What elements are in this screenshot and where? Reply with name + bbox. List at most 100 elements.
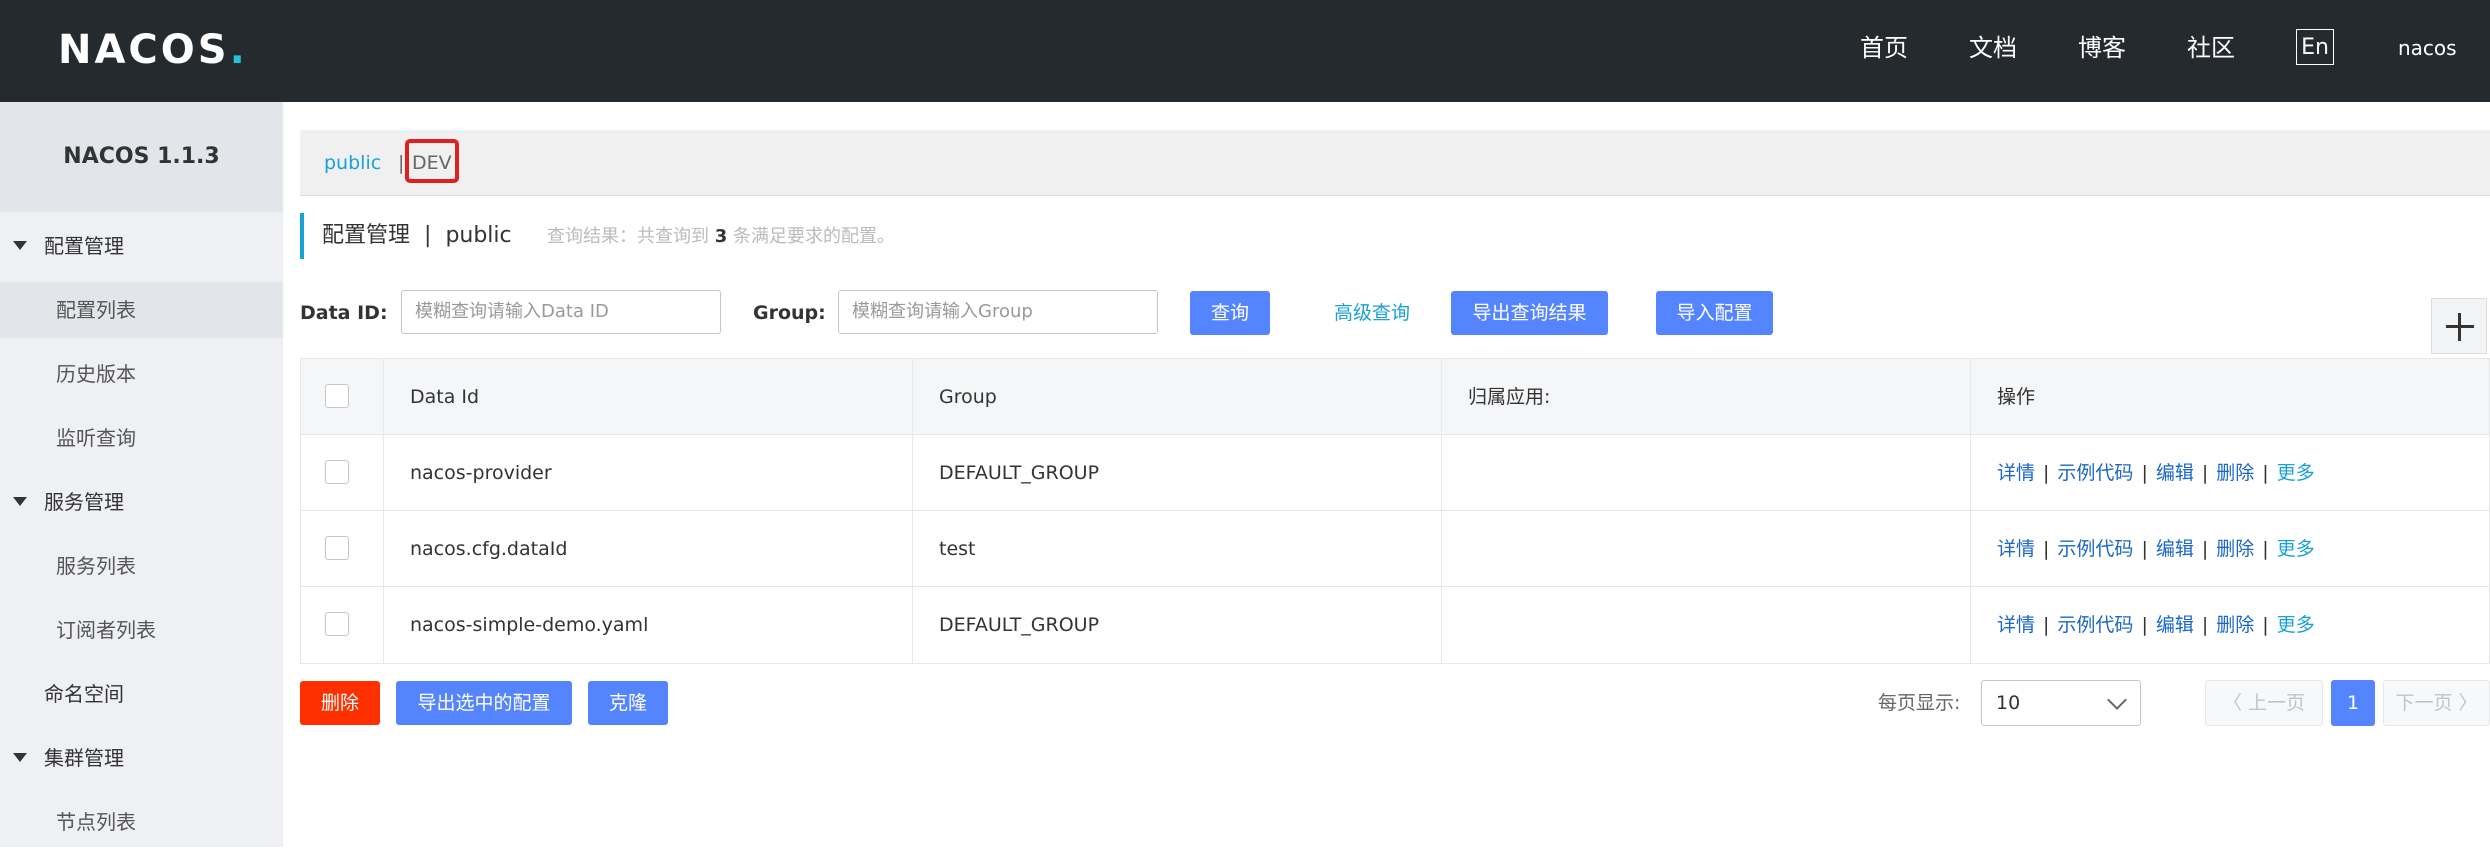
group-input[interactable]: 模糊查询请输入Group [838,290,1158,334]
table-header: Data Id Group 归属应用: 操作 [301,359,2489,435]
detail-link[interactable]: 详情 [1997,538,2035,560]
header-checkbox-cell [301,359,384,434]
delete-selected-button[interactable]: 删除 [300,681,380,725]
config-table: Data Id Group 归属应用: 操作 nacos-provider DE… [300,358,2490,664]
edit-link[interactable]: 编辑 [2156,614,2194,636]
sidebar-item-service-list[interactable]: 服务列表 [0,538,283,594]
sample-code-link[interactable]: 示例代码 [2057,614,2133,636]
page-title-bar: 配置管理 | public 查询结果：共查询到 3 条满足要求的配置。 [300,213,1204,259]
advanced-query-button[interactable]: 高级查询 [1316,291,1428,335]
sidebar-group-service[interactable]: 服务管理 [0,474,283,530]
nav-blog[interactable]: 博客 [2078,31,2126,65]
page-size-value: 10 [1996,692,2021,714]
edit-link[interactable]: 编辑 [2156,538,2194,560]
op-separator: | [2201,614,2209,636]
op-separator: | [2262,614,2269,636]
caret-down-icon [13,497,27,506]
sidebar-group-label: 服务管理 [44,490,124,514]
cell-app [1442,435,1971,510]
cell-group: test [913,511,1442,586]
namespace-tab-public[interactable]: public [324,150,381,176]
sidebar-group-config[interactable]: 配置管理 [0,218,283,274]
group-label: Group: [753,302,826,324]
caret-down-icon [13,753,27,762]
next-page-button[interactable]: 下一页 〉 [2383,680,2490,726]
cell-app [1442,511,1971,586]
row-checkbox[interactable] [325,536,349,560]
clone-button[interactable]: 克隆 [588,681,668,725]
top-header: NACOS. 首页 文档 博客 社区 En nacos [0,0,2490,102]
sidebar-item-subscriber-list[interactable]: 订阅者列表 [0,602,283,658]
nacos-logo[interactable]: NACOS. [58,24,248,76]
cell-data-id: nacos-provider [384,435,913,510]
sidebar-item-label: 节点列表 [56,810,136,834]
data-id-label: Data ID: [300,302,388,324]
sidebar-group-label: 配置管理 [44,234,124,258]
table-row: nacos.cfg.dataId test 详情 | 示例代码 | 编辑 | 删除 | 更多 [301,511,2489,587]
sidebar-group-cluster[interactable]: 集群管理 [0,730,283,786]
column-header-data-id: Data Id [384,359,913,434]
add-config-button[interactable] [2431,298,2487,354]
prev-page-button[interactable]: 〈 上一页 [2205,680,2323,726]
more-link[interactable]: 更多 [2277,614,2315,636]
detail-link[interactable]: 详情 [1997,462,2035,484]
column-header-group: Group [913,359,1442,434]
sidebar-item-node-list[interactable]: 节点列表 [0,794,283,850]
cell-app [1442,587,1971,663]
row-checkbox-cell [301,435,384,510]
more-link[interactable]: 更多 [2277,462,2315,484]
nav-home[interactable]: 首页 [1860,31,1908,65]
sidebar-item-label: 历史版本 [56,362,136,386]
language-switch-button[interactable]: En [2296,29,2334,65]
caret-down-icon [13,241,27,250]
sidebar-item-history[interactable]: 历史版本 [0,346,283,402]
edit-link[interactable]: 编辑 [2156,462,2194,484]
sidebar-item-namespace[interactable]: 命名空间 [0,666,283,722]
sidebar-item-label: 订阅者列表 [56,618,156,642]
sidebar-item-listener-query[interactable]: 监听查询 [0,410,283,466]
export-selected-button[interactable]: 导出选中的配置 [396,681,572,725]
sidebar-group-label: 集群管理 [44,746,124,770]
cell-actions: 详情 | 示例代码 | 编辑 | 删除 | 更多 [1971,511,2490,586]
sample-code-link[interactable]: 示例代码 [2057,462,2133,484]
user-name[interactable]: nacos [2398,32,2457,64]
sidebar-item-label: 服务列表 [56,554,136,578]
select-all-checkbox[interactable] [325,384,349,408]
chevron-down-icon [2107,690,2127,710]
query-button[interactable]: 查询 [1190,291,1270,335]
sidebar-item-label: 命名空间 [44,682,124,706]
op-separator: | [2043,538,2050,560]
op-separator: | [2043,462,2050,484]
row-checkbox-cell [301,587,384,663]
row-checkbox[interactable] [325,612,349,636]
row-checkbox[interactable] [325,460,349,484]
namespace-separator: | [398,152,405,174]
sidebar-item-label: 监听查询 [56,426,136,450]
data-id-input[interactable]: 模糊查询请输入Data ID [401,290,721,334]
page-title: 配置管理 | public [322,223,512,248]
sidebar-item-label: 配置列表 [56,298,136,322]
op-separator: | [2141,614,2148,636]
op-separator: | [2262,538,2269,560]
op-separator: | [2201,462,2209,484]
import-config-button[interactable]: 导入配置 [1656,291,1773,335]
version-title: NACOS 1.1.3 [0,102,283,212]
cell-group: DEFAULT_GROUP [913,435,1442,510]
op-separator: | [2141,538,2148,560]
delete-link[interactable]: 删除 [2216,614,2254,636]
page-number-current[interactable]: 1 [2331,680,2375,726]
export-query-result-button[interactable]: 导出查询结果 [1451,291,1608,335]
delete-link[interactable]: 删除 [2216,462,2254,484]
nav-docs[interactable]: 文档 [1969,31,2017,65]
delete-link[interactable]: 删除 [2216,538,2254,560]
sidebar: NACOS 1.1.3 配置管理 配置列表 历史版本 监听查询 服务管理 服务列… [0,102,283,847]
sidebar-item-config-list[interactable]: 配置列表 [0,282,283,338]
cell-data-id: nacos-simple-demo.yaml [384,587,913,663]
sample-code-link[interactable]: 示例代码 [2057,538,2133,560]
nav-community[interactable]: 社区 [2187,31,2235,65]
page-size-select[interactable]: 10 [1981,680,2141,726]
cell-data-id: nacos.cfg.dataId [384,511,913,586]
more-link[interactable]: 更多 [2277,538,2315,560]
namespace-bar: public | DEV [300,130,2490,196]
detail-link[interactable]: 详情 [1997,614,2035,636]
